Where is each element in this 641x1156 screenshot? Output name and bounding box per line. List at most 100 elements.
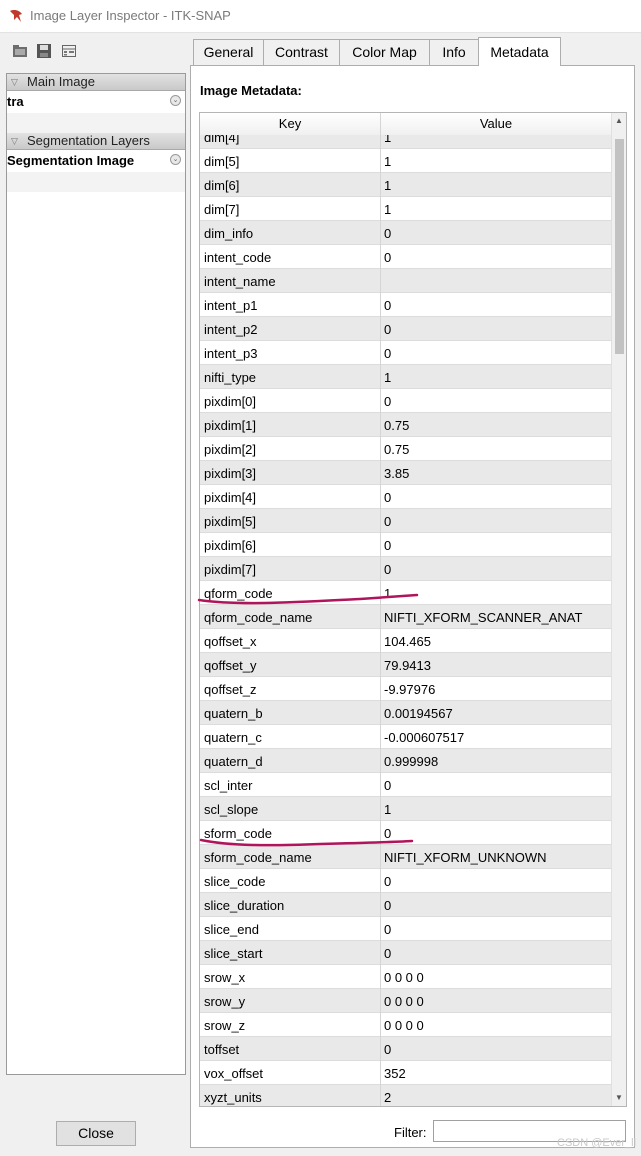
layer-item-segmentation[interactable]: Segmentation Image ⌄ — [7, 150, 185, 172]
table-row[interactable]: dim[5] 1 — [200, 149, 611, 173]
table-row[interactable]: slice_end 0 — [200, 917, 611, 941]
table-row[interactable]: pixdim[7] 0 — [200, 557, 611, 581]
table-row[interactable]: srow_x 0 0 0 0 — [200, 965, 611, 989]
table-row[interactable]: pixdim[1] 0.75 — [200, 413, 611, 437]
close-button[interactable]: Close — [56, 1121, 136, 1146]
table-row[interactable]: dim_info 0 — [200, 221, 611, 245]
table-row[interactable]: srow_y 0 0 0 0 — [200, 989, 611, 1013]
table-row[interactable]: slice_code 0 — [200, 869, 611, 893]
tab-color-map[interactable]: Color Map — [339, 39, 430, 65]
column-divider — [380, 365, 381, 389]
table-row[interactable]: intent_p2 0 — [200, 317, 611, 341]
table-row[interactable]: qoffset_z -9.97976 — [200, 677, 611, 701]
vertical-scrollbar[interactable]: ▲ ▼ — [611, 113, 626, 1106]
table-row[interactable]: pixdim[2] 0.75 — [200, 437, 611, 461]
table-row[interactable]: scl_slope 1 — [200, 797, 611, 821]
metadata-key: pixdim[1] — [204, 418, 257, 433]
metadata-value: 0 — [384, 826, 392, 841]
tab-info[interactable]: Info — [429, 39, 479, 65]
metadata-value: 0 — [384, 514, 392, 529]
group-label: Segmentation Layers — [27, 133, 150, 148]
table-row[interactable]: scl_inter 0 — [200, 773, 611, 797]
column-divider — [380, 1013, 381, 1037]
table-row[interactable]: quatern_c -0.000607517 — [200, 725, 611, 749]
column-divider — [380, 869, 381, 893]
table-row[interactable]: pixdim[3] 3.85 — [200, 461, 611, 485]
table-row[interactable]: pixdim[4] 0 — [200, 485, 611, 509]
metadata-key: vox_offset — [204, 1066, 264, 1081]
tab-contrast[interactable]: Contrast — [263, 39, 340, 65]
layer-item-tra[interactable]: tra ⌄ — [7, 91, 185, 113]
scroll-up-icon[interactable]: ▲ — [615, 116, 623, 125]
table-row[interactable]: sform_code 0 — [200, 821, 611, 845]
column-divider — [380, 677, 381, 701]
metadata-value: -9.97976 — [384, 682, 436, 697]
metadata-key: pixdim[5] — [204, 514, 257, 529]
table-row[interactable]: slice_duration 0 — [200, 893, 611, 917]
table-row[interactable]: dim[4] 1 — [200, 135, 611, 149]
table-row[interactable]: vox_offset 352 — [200, 1061, 611, 1085]
metadata-value: 1 — [384, 178, 392, 193]
table-row[interactable]: qform_code_name NIFTI_XFORM_SCANNER_ANAT — [200, 605, 611, 629]
column-divider — [380, 989, 381, 1013]
metadata-value: -0.000607517 — [384, 730, 465, 745]
scrollbar-thumb[interactable] — [615, 139, 624, 354]
table-row[interactable]: intent_code 0 — [200, 245, 611, 269]
column-divider — [380, 341, 381, 365]
table-row[interactable]: sform_code_name NIFTI_XFORM_UNKNOWN — [200, 845, 611, 869]
column-divider — [380, 293, 381, 317]
layer-options-icon[interactable]: ⌄ — [170, 154, 181, 165]
column-header-key[interactable]: Key — [200, 113, 381, 135]
table-row[interactable]: intent_name — [200, 269, 611, 293]
table-row[interactable]: nifti_type 1 — [200, 365, 611, 389]
table-row[interactable]: qoffset_x 104.465 — [200, 629, 611, 653]
collapse-triangle-icon[interactable]: ▽ — [11, 133, 18, 149]
tab-general[interactable]: General — [193, 39, 264, 65]
metadata-key: slice_duration — [204, 898, 285, 913]
tab-metadata[interactable]: Metadata — [478, 37, 561, 66]
table-row[interactable]: toffset 0 — [200, 1037, 611, 1061]
metadata-value: 0 — [384, 922, 392, 937]
column-divider — [380, 893, 381, 917]
save-icon[interactable] — [36, 43, 52, 59]
column-divider — [380, 135, 381, 149]
table-row[interactable]: intent_p1 0 — [200, 293, 611, 317]
table-row[interactable]: qoffset_y 79.9413 — [200, 653, 611, 677]
layout-icon[interactable] — [61, 43, 77, 59]
metadata-value: 0 — [384, 394, 392, 409]
collapse-triangle-icon[interactable]: ▽ — [11, 74, 18, 90]
column-divider — [380, 533, 381, 557]
column-divider — [380, 197, 381, 221]
table-row[interactable]: pixdim[6] 0 — [200, 533, 611, 557]
open-icon[interactable] — [12, 43, 28, 59]
metadata-key: pixdim[0] — [204, 394, 257, 409]
column-divider — [380, 221, 381, 245]
metadata-value: 0 — [384, 898, 392, 913]
table-row[interactable]: pixdim[5] 0 — [200, 509, 611, 533]
group-header-main-image[interactable]: ▽ Main Image — [7, 74, 185, 91]
table-row[interactable]: dim[7] 1 — [200, 197, 611, 221]
metadata-key: toffset — [204, 1042, 240, 1057]
table-row[interactable]: pixdim[0] 0 — [200, 389, 611, 413]
column-divider — [380, 1037, 381, 1061]
metadata-key: scl_slope — [204, 802, 259, 817]
table-row[interactable]: slice_start 0 — [200, 941, 611, 965]
table-row[interactable]: quatern_d 0.999998 — [200, 749, 611, 773]
table-row[interactable]: qform_code 1 — [200, 581, 611, 605]
metadata-value: NIFTI_XFORM_SCANNER_ANAT — [384, 610, 583, 625]
metadata-key: scl_inter — [204, 778, 253, 793]
table-row[interactable]: dim[6] 1 — [200, 173, 611, 197]
metadata-value: 0 — [384, 226, 392, 241]
table-row[interactable]: srow_z 0 0 0 0 — [200, 1013, 611, 1037]
layer-options-icon[interactable]: ⌄ — [170, 95, 181, 106]
column-divider — [380, 149, 381, 173]
table-row[interactable]: quatern_b 0.00194567 — [200, 701, 611, 725]
group-header-segmentation-layers[interactable]: ▽ Segmentation Layers — [7, 133, 185, 150]
table-row[interactable]: intent_p3 0 — [200, 341, 611, 365]
scroll-down-icon[interactable]: ▼ — [615, 1093, 623, 1102]
column-header-value[interactable]: Value — [381, 113, 611, 135]
column-divider — [380, 413, 381, 437]
metadata-key: intent_name — [204, 274, 276, 289]
metadata-value: 1 — [384, 154, 392, 169]
table-row[interactable]: xyzt_units 2 — [200, 1085, 611, 1106]
